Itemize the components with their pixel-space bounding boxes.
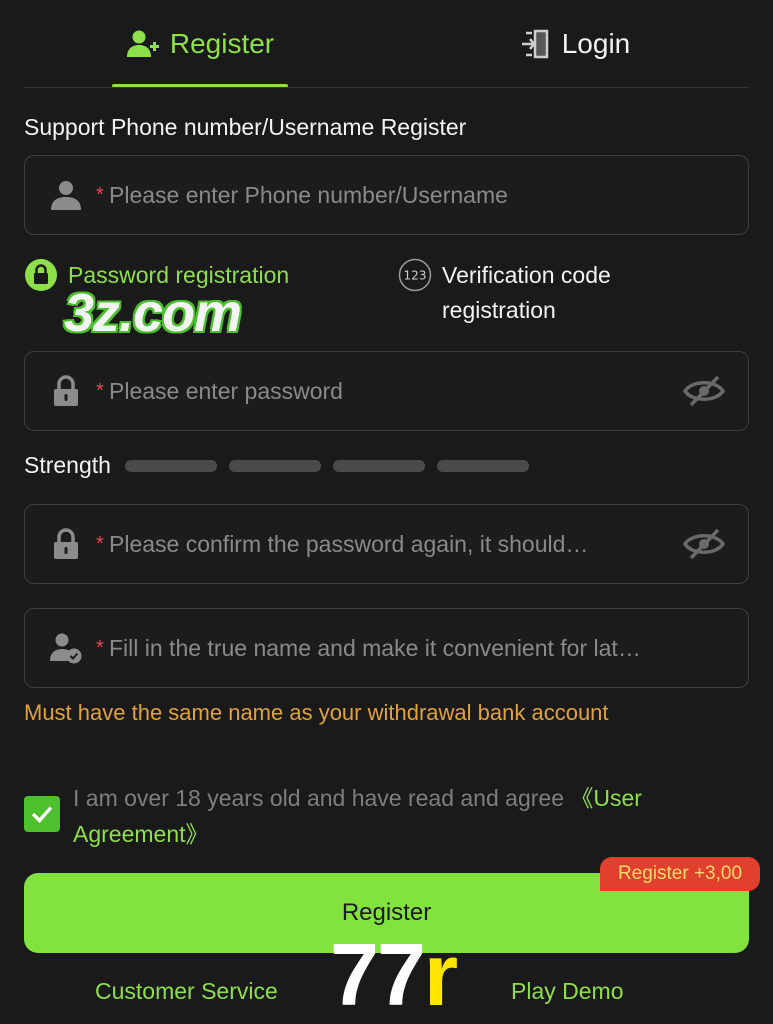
eye-off-icon[interactable] bbox=[682, 374, 726, 408]
strength-bar-4 bbox=[436, 459, 529, 472]
lock-circle-icon bbox=[25, 259, 57, 291]
user-icon bbox=[51, 181, 81, 210]
brand-watermark-white: 77 bbox=[330, 925, 426, 1024]
customer-service-link[interactable]: Customer Service bbox=[95, 978, 278, 1005]
strength-bar-1 bbox=[124, 459, 217, 472]
tab-register[interactable]: Register bbox=[112, 0, 288, 88]
verification-code-label-line2: registration bbox=[442, 297, 556, 323]
tabs-divider bbox=[24, 87, 749, 88]
login-door-icon bbox=[521, 29, 548, 59]
strength-bar-2 bbox=[228, 459, 321, 472]
agreement-statement: I am over 18 years old and have read and… bbox=[73, 785, 571, 811]
strength-bar-3 bbox=[332, 459, 425, 472]
tab-login-label: Login bbox=[561, 28, 631, 59]
number-code-icon: 123 bbox=[398, 258, 432, 292]
verified-user-icon bbox=[50, 633, 82, 664]
confirm-password-input[interactable] bbox=[109, 505, 679, 583]
code-icon-text: 123 bbox=[404, 269, 427, 283]
auth-tabs: Register Login bbox=[0, 0, 773, 88]
site-watermark: 3z.com bbox=[64, 283, 242, 343]
tab-login[interactable]: Login bbox=[500, 0, 650, 88]
password-input[interactable] bbox=[109, 352, 679, 430]
username-input[interactable] bbox=[109, 156, 679, 234]
required-mark: * bbox=[96, 533, 104, 555]
required-mark: * bbox=[96, 637, 104, 659]
password-field: * bbox=[24, 351, 749, 431]
real-name-input[interactable] bbox=[109, 609, 679, 687]
agreement-text: I am over 18 years old and have read and… bbox=[73, 780, 749, 852]
section-title: Support Phone number/Username Register bbox=[24, 114, 467, 140]
required-mark: * bbox=[96, 184, 104, 206]
strength-label: Strength bbox=[24, 452, 111, 478]
lock-icon bbox=[54, 528, 78, 559]
confirm-password-field: * bbox=[24, 504, 749, 584]
bank-name-warning: Must have the same name as your withdraw… bbox=[24, 700, 609, 725]
lock-icon bbox=[54, 375, 78, 406]
password-strength-meter: Strength bbox=[24, 452, 541, 479]
verification-code-label: Verification code registration bbox=[442, 258, 611, 328]
register-bonus-badge: Register +3,00 bbox=[600, 857, 760, 891]
agreement-row: I am over 18 years old and have read and… bbox=[24, 780, 749, 852]
eye-off-icon[interactable] bbox=[682, 527, 726, 561]
username-field: * bbox=[24, 155, 749, 235]
play-demo-link[interactable]: Play Demo bbox=[511, 978, 623, 1005]
checkmark-icon bbox=[31, 806, 53, 824]
real-name-field: * bbox=[24, 608, 749, 688]
tab-register-label: Register bbox=[169, 28, 275, 59]
brand-watermark-yellow: r bbox=[423, 925, 458, 1024]
verification-code-option[interactable]: 123 Verification code registration bbox=[398, 258, 611, 328]
agree-checkbox[interactable] bbox=[24, 796, 60, 832]
required-mark: * bbox=[96, 380, 104, 402]
verification-code-label-line1: Verification code bbox=[442, 262, 611, 288]
add-user-icon bbox=[126, 30, 159, 57]
brand-watermark: 77r bbox=[330, 924, 458, 1024]
